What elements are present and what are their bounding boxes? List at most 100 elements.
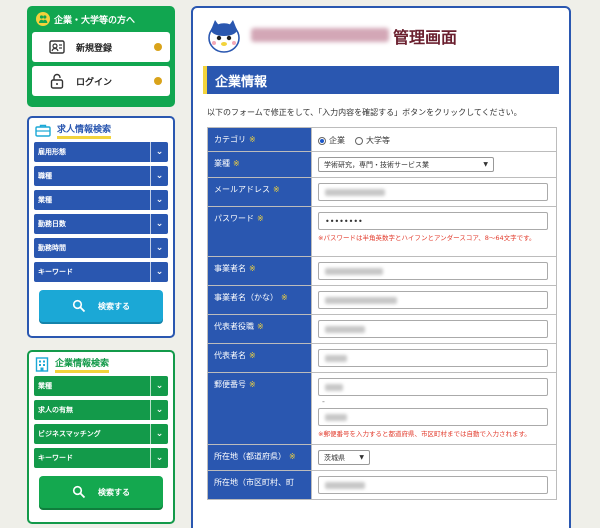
required-mark: ※ bbox=[249, 135, 256, 144]
radio-university[interactable]: 大学等 bbox=[355, 135, 390, 146]
filter-label: 勤務日数 bbox=[38, 220, 66, 228]
radio-company[interactable]: 企業 bbox=[318, 135, 345, 146]
register-button[interactable]: 新規登録 bbox=[32, 32, 170, 62]
industry-select[interactable]: 学術研究，専門・技術サービス業 ▼ bbox=[318, 157, 494, 172]
filter-label: 雇用形態 bbox=[38, 148, 66, 156]
job-filter-occupation[interactable]: 職種 ⌄ bbox=[34, 166, 168, 186]
city-field[interactable] bbox=[318, 476, 548, 494]
radio-selected-icon bbox=[318, 136, 326, 145]
email-field[interactable] bbox=[318, 183, 548, 201]
chevron-down-icon: ⌄ bbox=[150, 400, 168, 420]
filter-label: キーワード bbox=[38, 268, 73, 276]
redacted-text bbox=[325, 325, 365, 333]
field-value bbox=[311, 177, 557, 207]
field-value bbox=[311, 285, 557, 315]
field-value: •••••••• ※パスワードは半角英数字とハイフンとアンダースコア、8～64文… bbox=[311, 206, 557, 257]
postal-code-second-field[interactable] bbox=[318, 408, 548, 426]
job-filter-keyword[interactable]: キーワード ⌄ bbox=[34, 262, 168, 282]
field-label: 所在地（市区町村、町 bbox=[207, 470, 312, 500]
field-label: 業種 ※ bbox=[207, 151, 312, 178]
job-filter-work-hours[interactable]: 勤務時間 ⌄ bbox=[34, 238, 168, 258]
redacted-text bbox=[325, 481, 365, 489]
company-filter-business-matching[interactable]: ビジネスマッチング ⌄ bbox=[34, 424, 168, 444]
postal-separator: - bbox=[322, 397, 325, 406]
job-search-button-label: 検索する bbox=[98, 301, 130, 311]
chevron-down-icon: ⌄ bbox=[150, 142, 168, 162]
arrow-right-icon bbox=[154, 43, 162, 51]
field-label: 郵便番号 ※ bbox=[207, 372, 312, 445]
required-mark: ※ bbox=[281, 293, 288, 302]
prefecture-select[interactable]: 茨城県 ▼ bbox=[318, 450, 370, 465]
field-value bbox=[311, 470, 557, 500]
filter-label: キーワード bbox=[38, 454, 73, 462]
job-filter-employment-type[interactable]: 雇用形態 ⌄ bbox=[34, 142, 168, 162]
form-instruction: 以下のフォームで修正をして、「入力内容を確認する」ボタンをクリックしてください。 bbox=[207, 108, 522, 117]
field-value: - ※郵便番号を入力すると都道府県、市区町村までは自動で入力されます。 bbox=[311, 372, 557, 445]
chevron-down-icon: ⌄ bbox=[150, 376, 168, 396]
required-mark: ※ bbox=[249, 351, 256, 360]
form-row-prefecture: 所在地（都道府県） ※ 茨城県 ▼ bbox=[207, 444, 557, 471]
redacted-text bbox=[325, 354, 347, 362]
job-search-panel: 求人情報検索 雇用形態 ⌄ 職種 ⌄ 業種 ⌄ 勤務日数 ⌄ 勤務時間 ⌄ キーワード ⌄ … bbox=[27, 116, 175, 338]
login-button[interactable]: ログイン bbox=[32, 66, 170, 96]
caret-down-icon: ▼ bbox=[359, 454, 364, 461]
required-mark: ※ bbox=[233, 159, 240, 168]
login-label: ログイン bbox=[76, 77, 113, 88]
company-filter-job-availability[interactable]: 求人の有無 ⌄ bbox=[34, 400, 168, 420]
required-mark: ※ bbox=[257, 214, 264, 223]
chevron-down-icon: ⌄ bbox=[150, 166, 168, 186]
form-row-email: メールアドレス ※ bbox=[207, 177, 557, 207]
job-filter-work-days[interactable]: 勤務日数 ⌄ bbox=[34, 214, 168, 234]
company-filter-industry[interactable]: 業種 ⌄ bbox=[34, 376, 168, 396]
company-search-title: 企業情報検索 bbox=[55, 356, 110, 373]
field-value: 学術研究，専門・技術サービス業 ▼ bbox=[311, 151, 557, 178]
company-search-button[interactable]: 検索する bbox=[39, 476, 163, 508]
filter-label: 求人の有無 bbox=[38, 406, 73, 414]
business-name-kana-field[interactable] bbox=[318, 291, 548, 309]
required-mark: ※ bbox=[249, 380, 256, 389]
form-row-business-name-kana: 事業者名（かな） ※ bbox=[207, 285, 557, 315]
form-row-city: 所在地（市区町村、町 bbox=[207, 470, 557, 500]
rep-name-field[interactable] bbox=[318, 349, 548, 367]
admin-main-panel: 管理画面 企業情報 以下のフォームで修正をして、「入力内容を確認する」ボタンをク… bbox=[191, 6, 571, 528]
postal-hint: ※郵便番号を入力すると都道府県、市区町村までは自動で入力されます。 bbox=[318, 430, 531, 438]
form-row-rep-title: 代表者役職 ※ bbox=[207, 314, 557, 344]
arrow-right-icon bbox=[154, 77, 162, 85]
business-name-field[interactable] bbox=[318, 262, 548, 280]
company-entry-title-text: 企業・大学等の方へ bbox=[54, 15, 136, 26]
field-label: カテゴリ ※ bbox=[207, 127, 312, 152]
form-row-industry: 業種 ※ 学術研究，専門・技術サービス業 ▼ bbox=[207, 151, 557, 178]
filter-label: ビジネスマッチング bbox=[38, 430, 101, 438]
form-row-category: カテゴリ ※ 企業 大学等 bbox=[207, 127, 557, 152]
company-search-header: 企業情報検索 bbox=[29, 352, 173, 376]
password-hint: ※パスワードは半角英数字とハイフンとアンダースコア、8～64文字です。 bbox=[318, 234, 536, 242]
filter-label: 職種 bbox=[38, 172, 52, 180]
form-row-rep-name: 代表者名 ※ bbox=[207, 343, 557, 373]
required-mark: ※ bbox=[273, 185, 280, 194]
search-icon bbox=[72, 485, 86, 499]
field-value bbox=[311, 256, 557, 286]
job-filter-industry[interactable]: 業種 ⌄ bbox=[34, 190, 168, 210]
people-icon bbox=[36, 12, 50, 26]
briefcase-icon bbox=[35, 124, 51, 137]
field-value: 茨城県 ▼ bbox=[311, 444, 557, 471]
postal-code-first-field[interactable] bbox=[318, 378, 548, 396]
form-row-business-name: 事業者名 ※ bbox=[207, 256, 557, 286]
job-search-button[interactable]: 検索する bbox=[39, 290, 163, 322]
register-label: 新規登録 bbox=[76, 43, 113, 54]
field-label: 代表者名 ※ bbox=[207, 343, 312, 373]
rep-title-field[interactable] bbox=[318, 320, 548, 338]
field-label: メールアドレス ※ bbox=[207, 177, 312, 207]
chevron-down-icon: ⌄ bbox=[150, 424, 168, 444]
job-search-title: 求人情報検索 bbox=[57, 122, 112, 139]
search-icon bbox=[72, 299, 86, 313]
page-title: 管理画面 bbox=[393, 28, 458, 47]
id-card-icon bbox=[49, 40, 65, 54]
company-search-panel: 企業情報検索 業種 ⌄ 求人の有無 ⌄ ビジネスマッチング ⌄ キーワード ⌄ 検索する bbox=[27, 350, 175, 524]
redacted-text bbox=[325, 188, 385, 196]
chevron-down-icon: ⌄ bbox=[150, 214, 168, 234]
password-field[interactable]: •••••••• bbox=[318, 212, 548, 230]
company-entry-panel: 企業・大学等の方へ 新規登録 ログイン bbox=[27, 6, 175, 107]
redacted-text bbox=[325, 267, 383, 275]
company-filter-keyword[interactable]: キーワード ⌄ bbox=[34, 448, 168, 468]
